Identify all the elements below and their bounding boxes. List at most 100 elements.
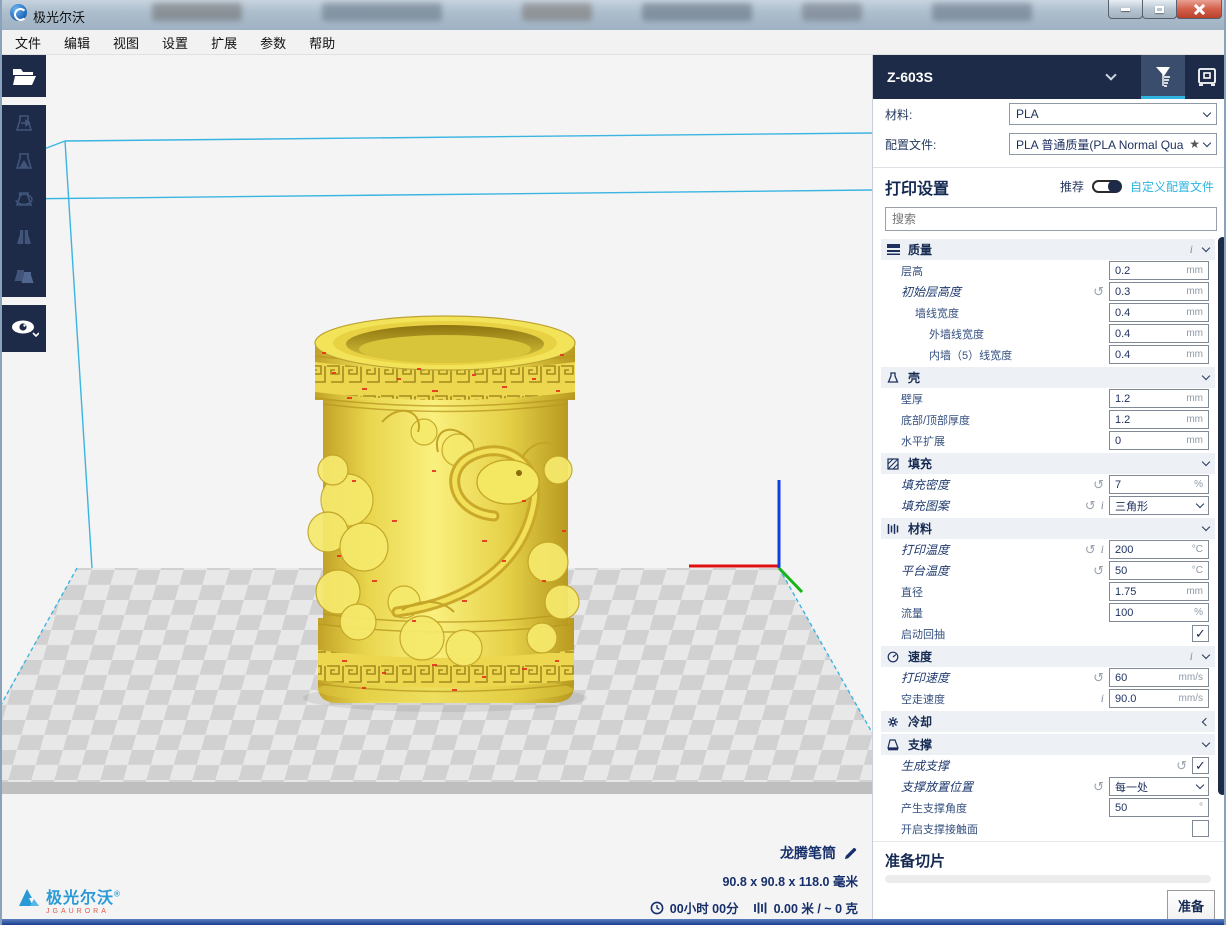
move-model-button[interactable]: [2, 105, 46, 143]
info-icon[interactable]: i: [1101, 542, 1104, 557]
prepare-button[interactable]: 准备: [1167, 890, 1215, 920]
open-file-button[interactable]: [2, 55, 46, 97]
value-dropdown[interactable]: 每一处: [1109, 777, 1209, 796]
menu-extensions[interactable]: 扩展: [201, 30, 247, 55]
reset-icon[interactable]: ↺: [1085, 542, 1096, 558]
retraction-checkbox[interactable]: [1192, 625, 1209, 642]
window-title: 极光尔沃: [33, 7, 85, 26]
menu-edit[interactable]: 编辑: [54, 30, 100, 55]
reset-icon[interactable]: ↺: [1093, 284, 1104, 300]
value-input[interactable]: 1.2mm: [1109, 410, 1209, 429]
chevron-down-icon: [1202, 244, 1210, 252]
search-input[interactable]: [885, 207, 1217, 231]
scrollbar-thumb[interactable]: [1218, 237, 1226, 795]
setting-row: 产生支撑角度 50°: [873, 797, 1219, 818]
speed-icon: [887, 651, 901, 663]
tab-monitor[interactable]: [1185, 55, 1226, 99]
window-bottom-border: [2, 919, 1226, 925]
menu-parameters[interactable]: 参数: [250, 30, 296, 55]
value-input[interactable]: 200°C: [1109, 540, 1209, 559]
divider: [873, 167, 1226, 168]
setting-row: 填充图案 ↺ i 三角形: [873, 495, 1219, 516]
application-window: 龙腾笔筒 90.8 x 90.8 x 118.0 毫米 00小时 00分 0.0…: [0, 0, 1226, 925]
rotate-model-button[interactable]: [2, 181, 46, 219]
value-dropdown[interactable]: 三角形: [1109, 496, 1209, 515]
value-input[interactable]: 60mm/s: [1109, 668, 1209, 687]
section-header-quality[interactable]: 质量 i: [881, 239, 1215, 260]
menu-file[interactable]: 文件: [5, 30, 51, 55]
material-dropdown[interactable]: PLA: [1009, 103, 1217, 125]
setting-row: 初始层高度 ↺ 0.3mm: [873, 281, 1219, 302]
menu-view[interactable]: 视图: [103, 30, 149, 55]
value-input[interactable]: 1.2mm: [1109, 389, 1209, 408]
value-input[interactable]: 0.3mm: [1109, 282, 1209, 301]
value-input[interactable]: 100%: [1109, 603, 1209, 622]
section-header-speed[interactable]: 速度 i: [881, 646, 1215, 667]
value-input[interactable]: 50°C: [1109, 561, 1209, 580]
info-icon[interactable]: i: [1101, 498, 1104, 513]
edit-pencil-icon[interactable]: [843, 846, 858, 861]
value-input[interactable]: 90.0mm/s: [1109, 689, 1209, 708]
brand-sub-name: JGAURORA: [46, 908, 121, 915]
printer-dropdown-chevron-icon[interactable]: [1105, 69, 1116, 80]
star-icon: ★: [1189, 137, 1200, 151]
info-icon[interactable]: i: [1101, 691, 1104, 706]
slice-icon: [1151, 64, 1175, 88]
info-icon[interactable]: i: [1190, 649, 1193, 664]
recommended-label: 推荐: [1060, 178, 1084, 195]
value-input[interactable]: 1.75mm: [1109, 582, 1209, 601]
maximize-button[interactable]: [1142, 0, 1177, 19]
reset-icon[interactable]: ↺: [1093, 779, 1104, 795]
chevron-down-icon: [1202, 458, 1210, 466]
scene-canvas: [2, 0, 872, 925]
section-header-shell[interactable]: 壳: [881, 367, 1215, 388]
reset-icon[interactable]: ↺: [1093, 477, 1104, 493]
value-input[interactable]: 0.4mm: [1109, 324, 1209, 343]
section-header-support[interactable]: 支撑: [881, 734, 1215, 755]
setting-row: 开启支撑接触面: [873, 818, 1219, 839]
reset-icon[interactable]: ↺: [1085, 498, 1096, 514]
generate-support-checkbox[interactable]: [1192, 757, 1209, 774]
close-button[interactable]: [1176, 0, 1222, 19]
profile-dropdown[interactable]: PLA 普通质量(PLA Normal Qua ★: [1009, 133, 1217, 155]
recommended-toggle[interactable]: [1092, 180, 1122, 193]
scale-model-button[interactable]: [2, 143, 46, 181]
value-input[interactable]: 7%: [1109, 475, 1209, 494]
mirror-model-button[interactable]: [2, 219, 46, 257]
info-icon[interactable]: i: [1190, 242, 1193, 257]
value-input[interactable]: 0mm: [1109, 431, 1209, 450]
support-interface-checkbox[interactable]: [1192, 820, 1209, 837]
scale-model-icon: [12, 150, 36, 174]
title-bar[interactable]: 极光尔沃: [2, 0, 1226, 30]
setting-row: 支撑放置位置 ↺ 每一处: [873, 776, 1219, 797]
chevron-left-icon: [1202, 717, 1210, 725]
printer-name: Z-603S: [887, 69, 933, 85]
menu-help[interactable]: 帮助: [299, 30, 345, 55]
material-label: 材料:: [885, 106, 1009, 123]
section-header-cooling[interactable]: 冷却: [881, 711, 1215, 732]
support-icon: [887, 739, 901, 751]
custom-profile-link[interactable]: 自定义配置文件: [1130, 178, 1214, 195]
view-mode-button[interactable]: [2, 305, 46, 352]
reset-icon[interactable]: ↺: [1093, 670, 1104, 686]
per-model-settings-button[interactable]: [2, 257, 46, 295]
value-input[interactable]: 50°: [1109, 798, 1209, 817]
viewport-3d[interactable]: [2, 55, 872, 925]
tab-prepare-slice[interactable]: [1141, 55, 1185, 99]
section-header-infill[interactable]: 填充: [881, 453, 1215, 474]
setting-row: 启动回抽: [873, 623, 1219, 644]
model-dimensions: 90.8 x 90.8 x 118.0 毫米: [650, 871, 858, 890]
reset-icon[interactable]: ↺: [1093, 563, 1104, 579]
reset-icon[interactable]: ↺: [1176, 758, 1187, 774]
value-input[interactable]: 0.4mm: [1109, 303, 1209, 322]
app-icon: [10, 4, 27, 21]
value-input[interactable]: 0.2mm: [1109, 261, 1209, 280]
menu-settings[interactable]: 设置: [152, 30, 198, 55]
section-header-material[interactable]: 材料: [881, 518, 1215, 539]
model-dragon-pen-holder: [303, 316, 587, 712]
setting-row: 墙线宽度 0.4mm: [873, 302, 1219, 323]
setting-row: 底部/顶部厚度 1.2mm: [873, 409, 1219, 430]
settings-list: 质量 i 层高 0.2mm 初始层高度 ↺ 0.3mm 墙线宽度 0.4mm 外…: [873, 237, 1219, 840]
minimize-button[interactable]: [1108, 0, 1143, 19]
value-input[interactable]: 0.4mm: [1109, 345, 1209, 364]
